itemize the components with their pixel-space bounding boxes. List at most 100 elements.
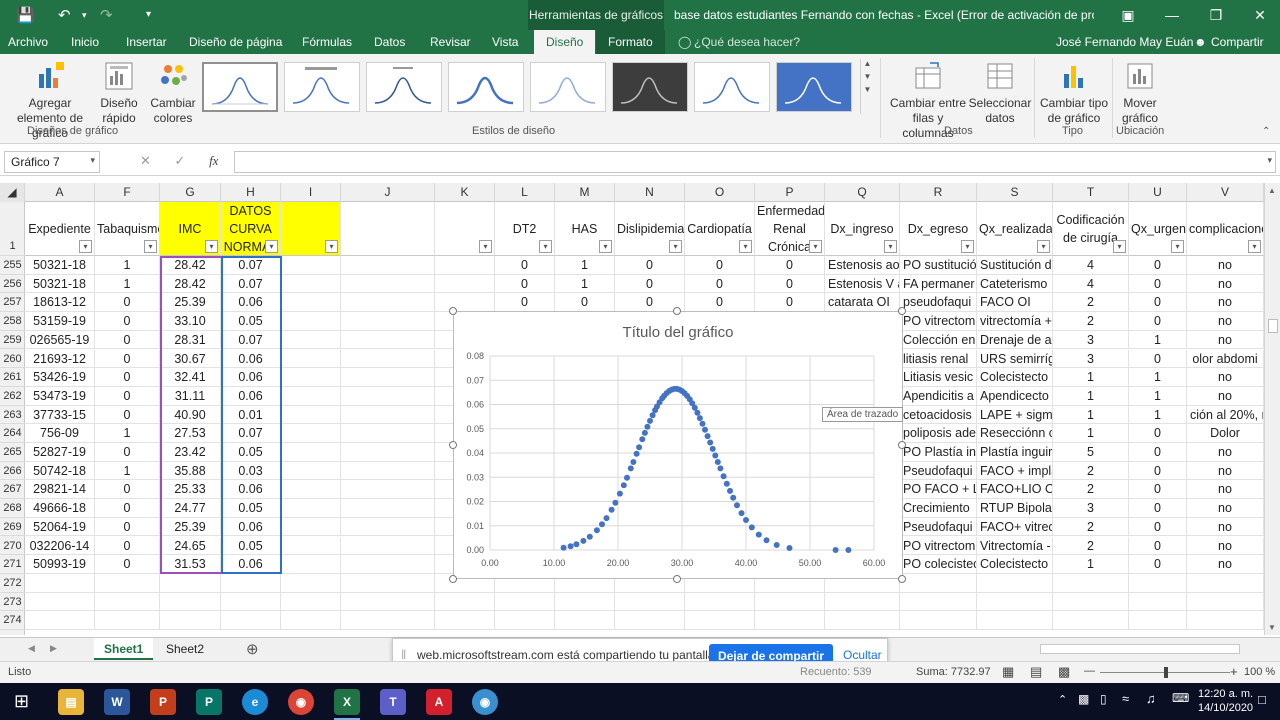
cell-f[interactable]: 0 [95,536,160,556]
person-icon[interactable]: ☻ [1194,30,1207,54]
column-header-h[interactable]: H [221,183,281,202]
cell-h[interactable]: 0.06 [221,368,281,387]
app-icon[interactable]: ◉ [472,689,498,715]
cell-h[interactable]: 0.01 [221,405,281,425]
cell-t[interactable]: 3 [1053,499,1129,518]
vertical-scroll-thumb[interactable] [1268,319,1278,333]
data-point[interactable] [699,420,706,427]
data-point[interactable] [612,499,619,506]
cell-n[interactable] [615,611,685,630]
cell-u[interactable]: 1 [1129,330,1187,350]
cell-g[interactable]: 27.53 [160,424,221,443]
cell-j[interactable] [341,424,435,443]
cell-h[interactable]: 0.07 [221,274,281,294]
powerpoint-icon[interactable]: P [150,689,176,715]
cell-q[interactable]: Estenosis V a [825,274,900,294]
cell-j[interactable] [341,555,435,574]
cell-f[interactable]: 1 [95,256,160,275]
data-point[interactable] [633,450,640,457]
zoom-in-icon[interactable]: + [1230,664,1238,679]
chart-styles-gallery[interactable] [198,59,874,117]
cell-g[interactable]: 25.33 [160,480,221,500]
cell-r[interactable]: poliposis ade [900,424,977,443]
data-point[interactable] [714,459,721,465]
cell-j[interactable] [341,274,435,294]
cell-f[interactable]: 0 [95,349,160,369]
resize-handle-top-right[interactable] [898,307,906,315]
zoom-level[interactable]: 100 % [1244,666,1275,678]
cell-f[interactable]: 0 [95,368,160,387]
cell-o[interactable]: 0 [685,293,755,313]
cell-a[interactable] [25,573,95,593]
column-header-i[interactable]: I [281,183,341,202]
row-header[interactable]: 267 [0,480,25,500]
cell-i[interactable] [281,274,341,294]
resize-handle-bottom[interactable] [673,575,681,583]
filter-dropdown-icon[interactable]: ▾ [961,240,974,253]
resize-handle-top[interactable] [673,307,681,315]
cell-i[interactable] [281,424,341,443]
data-point[interactable] [630,459,637,465]
cell-i[interactable] [281,443,341,462]
cell-v[interactable]: no [1187,555,1264,574]
row-header[interactable]: 265 [0,443,25,462]
cell-t[interactable]: 1 [1053,555,1129,574]
cell-v[interactable]: no [1187,312,1264,331]
cell-j[interactable] [341,386,435,406]
column-header-v[interactable]: V [1187,183,1264,202]
header-cell-j[interactable] [341,202,435,256]
filter-dropdown-icon[interactable]: ▾ [1037,240,1050,253]
cell-r[interactable]: Litiasis vesic [900,368,977,387]
cell-t[interactable]: 2 [1053,536,1129,556]
share-button[interactable]: Compartir [1211,30,1264,54]
cell-p[interactable] [755,592,825,612]
hide-button[interactable]: Ocultar [843,648,882,662]
cell-u[interactable]: 1 [1129,368,1187,387]
column-header-g[interactable]: G [160,183,221,202]
cell-f[interactable]: 0 [95,330,160,350]
cell-a[interactable] [25,611,95,630]
cell-h[interactable]: 0.05 [221,443,281,462]
data-point[interactable] [560,544,567,551]
cell-o[interactable]: 0 [685,256,755,275]
scroll-up-icon[interactable]: ▲ [1268,186,1276,195]
row-header[interactable]: 260 [0,350,25,369]
cell-v[interactable]: no [1187,517,1264,537]
data-point[interactable] [712,452,719,459]
row-header[interactable]: 261 [0,368,25,387]
cell-j[interactable] [341,499,435,518]
cell-g[interactable]: 24.77 [160,499,221,518]
tab-inicio[interactable]: Inicio [71,30,99,54]
data-point[interactable] [786,545,793,551]
name-box-dropdown-icon[interactable]: ▾ [90,155,95,166]
language-icon[interactable]: ⌨ [1172,691,1189,705]
column-header-u[interactable]: U [1129,183,1187,202]
collapse-ribbon-icon[interactable]: ⌃ [1262,126,1270,137]
cell-t[interactable]: 2 [1053,461,1129,481]
tab-formulas[interactable]: Fórmulas [302,30,352,54]
tell-me-search[interactable]: ¿Qué desea hacer? [694,30,800,54]
windows-start-icon[interactable]: ⊞ [14,691,29,712]
cell-l[interactable] [495,611,555,630]
cell-g[interactable]: 25.39 [160,517,221,537]
data-point[interactable] [755,531,762,538]
cell-s[interactable]: LAPE + sigmo [977,405,1053,425]
header-cell-p[interactable]: Enfermedad Renal Crónica ▾ [755,202,825,256]
cell-u[interactable]: 0 [1129,349,1187,369]
cell-f[interactable]: 0 [95,480,160,500]
cell-v[interactable]: no [1187,368,1264,387]
row-header[interactable]: 266 [0,462,25,481]
cell-a[interactable]: 18613-12 [25,293,95,313]
cell-v[interactable] [1187,592,1264,612]
data-point[interactable] [649,412,656,419]
cell-r[interactable]: Crecimiento [900,499,977,518]
cell-i[interactable] [281,555,341,574]
cell-a[interactable]: 52064-19 [25,517,95,537]
cell-r[interactable]: Pseudofaqui [900,517,977,537]
cell-h[interactable]: 0.06 [221,293,281,313]
cell-g[interactable]: 28.42 [160,256,221,275]
cell-v[interactable]: no [1187,274,1264,294]
row-header[interactable]: 264 [0,424,25,443]
filter-dropdown-icon[interactable]: ▾ [265,240,278,253]
cell-s[interactable]: Vitrectomía - [977,536,1053,556]
